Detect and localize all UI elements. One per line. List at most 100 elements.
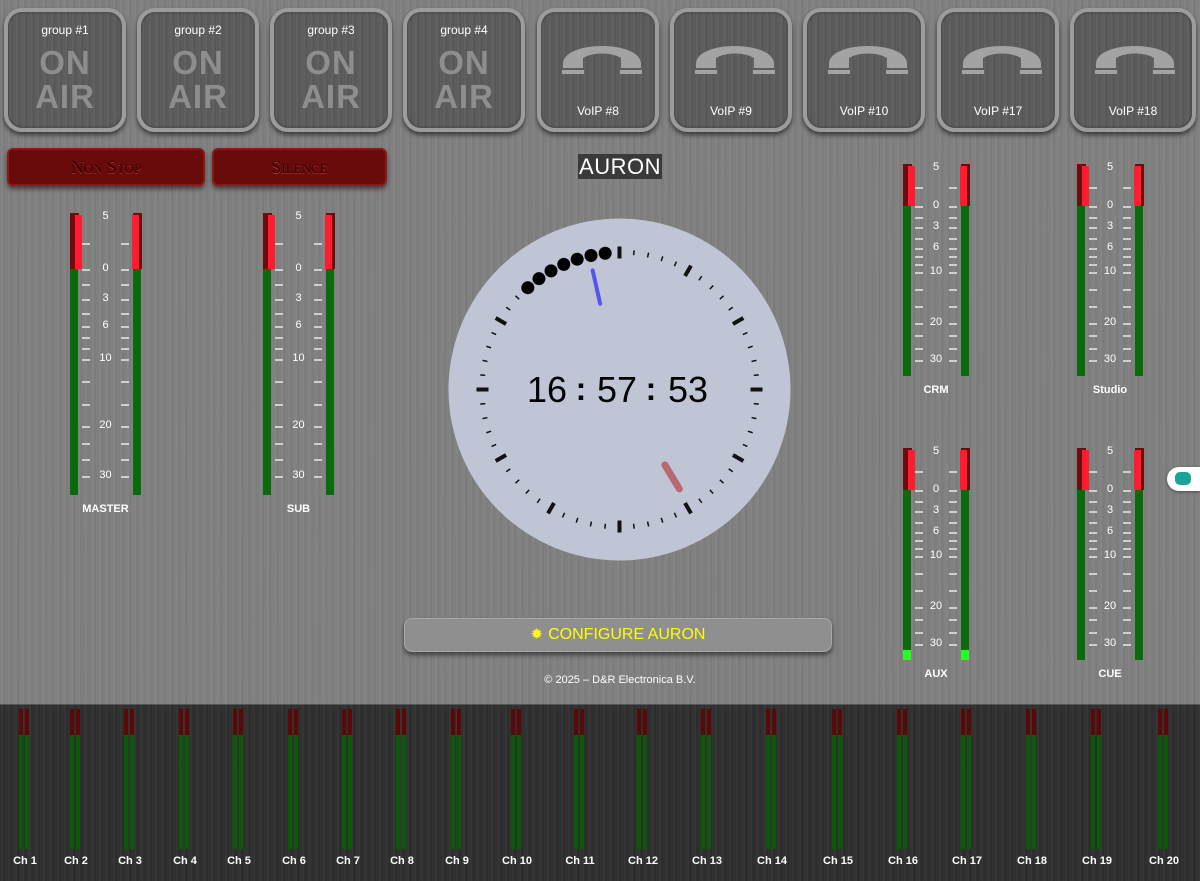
meter-scale-label: 30 (929, 353, 943, 365)
meter-scale-label: 0 (295, 262, 302, 274)
meter-tick (1089, 490, 1097, 492)
meter-tick (1123, 206, 1131, 208)
channel-peak-zone (707, 709, 711, 735)
meter-tick (1123, 631, 1131, 634)
meter-scale-label: 3 (295, 292, 302, 304)
meter-tick (949, 490, 957, 492)
meter-tick (82, 326, 90, 328)
meter-tick (949, 500, 957, 503)
meter-tick (82, 359, 90, 361)
meter-tick (1123, 248, 1131, 250)
on-air-indicator: ON AIR (301, 44, 361, 115)
meter-tick (1123, 590, 1131, 592)
meter-tick (314, 299, 322, 301)
group-label: group #1 (41, 23, 89, 37)
meter-tick (1089, 471, 1097, 473)
meter-label: CRM (923, 384, 949, 396)
meter-label: CUE (1098, 668, 1122, 680)
meter-bar-right (960, 164, 970, 376)
meter-tick (1123, 521, 1131, 524)
meter-bar-right (325, 213, 335, 495)
meter-tick (949, 323, 957, 325)
channel-level-zone (1158, 735, 1162, 849)
meter-tick (121, 269, 129, 271)
voip-tile-8[interactable]: VoIP #8 (537, 8, 659, 132)
group-tile-1[interactable]: group #1 ON AIR (4, 8, 126, 132)
voip-tile-9[interactable]: VoIP #9 (670, 8, 792, 132)
non-stop-button[interactable]: Non Stop (7, 148, 205, 186)
channel-peak-zone (517, 709, 521, 735)
configure-auron-button[interactable]: ✹ CONFIGURE AURON (404, 618, 832, 652)
meter-tick (275, 284, 283, 286)
meter-tick (314, 426, 322, 428)
meter-tick (121, 337, 129, 339)
meter-tick (121, 476, 129, 478)
meter-tick (949, 590, 957, 592)
voip-tile-10[interactable]: VoIP #10 (803, 8, 925, 132)
group-tile-4[interactable]: group #4 ON AIR (403, 8, 525, 132)
meter-scale-label: 30 (1103, 353, 1117, 365)
meter-tick (1089, 216, 1097, 219)
meter-tick (1089, 289, 1097, 291)
channel-peak-zone (1097, 709, 1101, 735)
meter-tick (275, 381, 283, 384)
meter-scale-label: 20 (292, 419, 305, 431)
meter-tick (1089, 631, 1097, 634)
meter-tick (949, 206, 957, 208)
assistant-widget[interactable] (1167, 467, 1200, 491)
minute-tick (753, 402, 759, 405)
silence-button[interactable]: Silence (212, 148, 387, 186)
channel-peak-zone (637, 709, 641, 735)
second-dot (557, 257, 571, 271)
meter-peak-lit (908, 450, 915, 490)
meter-tick (82, 337, 90, 339)
voip-tile-18[interactable]: VoIP #18 (1070, 8, 1196, 132)
meter-scale-label: 30 (1103, 637, 1117, 649)
meter-tick (915, 256, 923, 258)
meter-tick (915, 289, 923, 291)
on-air-indicator: ON AIR (434, 44, 494, 115)
meter-scale-label: 3 (102, 292, 109, 304)
meter-level-zone (70, 269, 78, 495)
minute-tick (751, 416, 757, 420)
meter-tick (1089, 256, 1097, 258)
channel-peak-zone (832, 709, 836, 735)
meter-tick (275, 442, 283, 445)
meter-tick (82, 299, 90, 301)
phone-hangup-icon (828, 46, 908, 74)
meter-tick (82, 243, 90, 245)
meter-bar-right (1134, 164, 1144, 376)
group-tile-3[interactable]: group #3 ON AIR (270, 8, 392, 132)
meter-tick (1089, 556, 1097, 558)
channel-peak-zone (402, 709, 406, 735)
meter-scale-label: 10 (99, 352, 112, 364)
meter-tick (915, 607, 923, 609)
meter-tick (1123, 187, 1131, 189)
meter-bar-left (1077, 164, 1089, 376)
voip-tile-17[interactable]: VoIP #17 (937, 8, 1059, 132)
meter-tick (949, 216, 957, 219)
meter-tick (1089, 360, 1097, 362)
phone-hangup-icon (562, 46, 642, 74)
channel-peak-zone (19, 709, 23, 735)
channel-level-zone (897, 735, 901, 849)
meter-tick (915, 272, 923, 274)
meter-tick (121, 459, 129, 462)
channel-peak-zone (76, 709, 80, 735)
channel-peak-zone (961, 709, 965, 735)
meter-tick (121, 442, 129, 445)
channel-level-zone (288, 735, 292, 849)
meter-tick (275, 359, 283, 361)
second-dot (532, 272, 546, 286)
meter-tick (314, 243, 322, 245)
clock-separator: : (646, 371, 657, 407)
meter-level-zone (1135, 490, 1143, 660)
meter-level-zone (326, 269, 334, 495)
meter-tick (949, 248, 957, 250)
meter-scale-label: 5 (1106, 161, 1114, 173)
group-tile-2[interactable]: group #2 ON AIR (137, 8, 259, 132)
meter-tick (1089, 619, 1097, 622)
second-dot (521, 281, 535, 295)
meter-peak-lit (960, 166, 967, 206)
meter-scale-label: 30 (929, 637, 943, 649)
